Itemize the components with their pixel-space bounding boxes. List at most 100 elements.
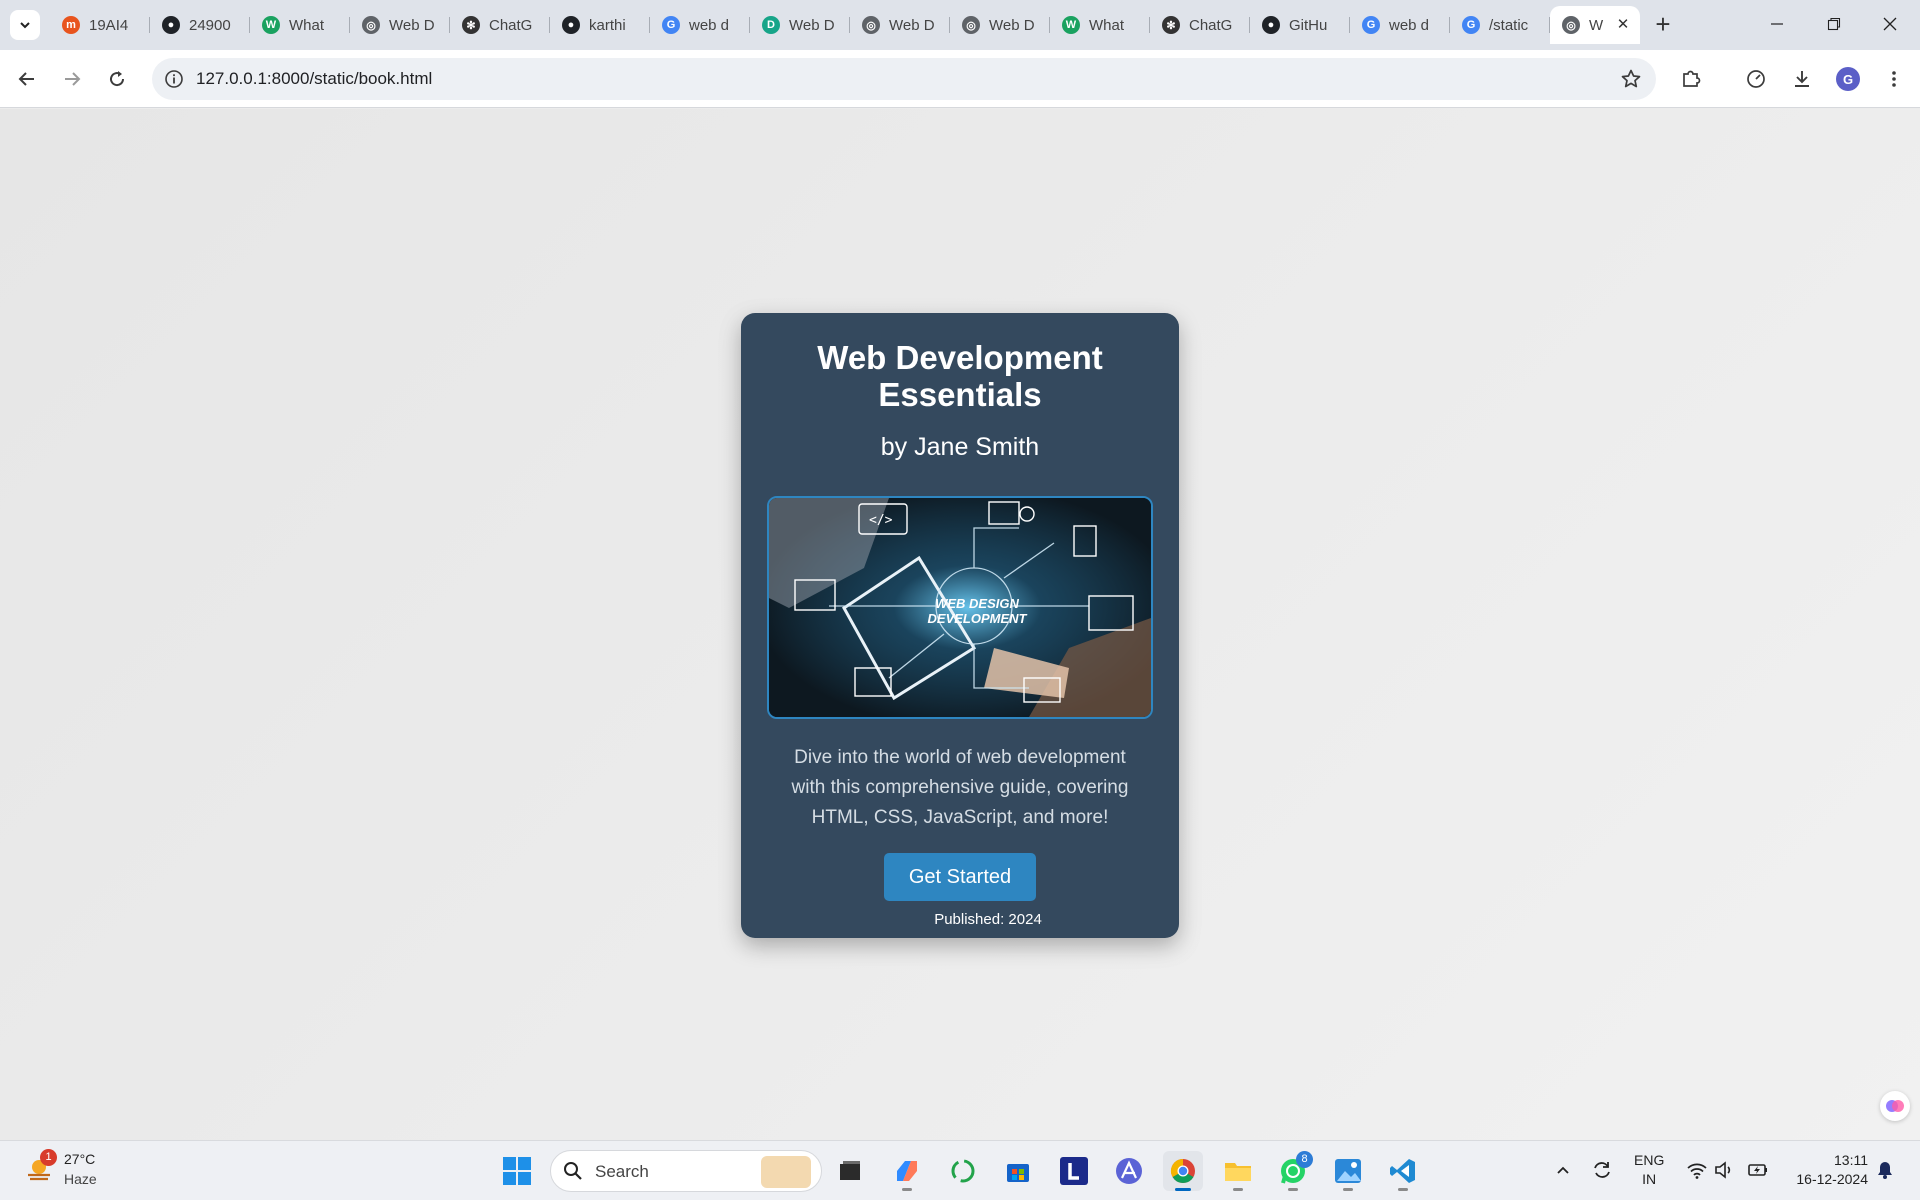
address-bar[interactable]: 127.0.0.1:8000/static/book.html bbox=[152, 58, 1656, 100]
volume-tray-button[interactable] bbox=[1713, 1159, 1735, 1181]
globe-favicon-icon: ◎ bbox=[962, 16, 980, 34]
back-button[interactable] bbox=[11, 63, 43, 95]
tab-list: m 19AI4 ● 24900 W What ◎ Web D ✻ ChatG ● karthi Gweb… bbox=[50, 6, 1640, 44]
bookmark-star-icon[interactable] bbox=[1620, 68, 1642, 90]
search-highlight-image bbox=[761, 1156, 811, 1188]
book-author: by Jane Smith bbox=[880, 433, 1040, 461]
tab-title: Web D bbox=[889, 16, 935, 34]
new-tab-button[interactable]: + bbox=[1648, 10, 1678, 40]
sync-tray-button[interactable] bbox=[1591, 1159, 1613, 1181]
clock-date: 16-12-2024 bbox=[1796, 1171, 1868, 1187]
taskbar-search[interactable]: Search bbox=[550, 1150, 822, 1192]
book-description: Dive into the world of web development w… bbox=[791, 747, 1129, 828]
reload-button[interactable] bbox=[101, 63, 133, 95]
photos-app[interactable] bbox=[1328, 1151, 1368, 1191]
browser-menu-button[interactable] bbox=[1878, 63, 1910, 95]
github-favicon-icon: ● bbox=[162, 16, 180, 34]
refresh-app[interactable] bbox=[943, 1151, 983, 1191]
tray-overflow-button[interactable] bbox=[1552, 1159, 1574, 1181]
language-indicator[interactable]: ENG IN bbox=[1634, 1151, 1664, 1189]
chatgpt-favicon-icon: ✻ bbox=[1162, 16, 1180, 34]
cover-illustration: </> WEB DESIGN DEVELOPMENT bbox=[769, 498, 1151, 717]
copilot-floating-button[interactable] bbox=[1880, 1091, 1910, 1121]
url-text[interactable]: 127.0.0.1:8000/static/book.html bbox=[196, 69, 432, 89]
svg-text:</>: </> bbox=[869, 513, 893, 528]
close-window-button[interactable] bbox=[1862, 0, 1918, 48]
browser-tab[interactable]: Gweb d bbox=[650, 6, 750, 44]
vscode-icon bbox=[1390, 1159, 1415, 1183]
microsoft-store-app[interactable] bbox=[998, 1151, 1038, 1191]
profile-avatar[interactable]: G bbox=[1836, 67, 1860, 91]
forward-button[interactable] bbox=[56, 63, 88, 95]
book-card: Web Development Essentials by Jane Smith bbox=[741, 313, 1179, 938]
file-explorer-app[interactable] bbox=[1218, 1151, 1258, 1191]
page-viewport: Web Development Essentials by Jane Smith bbox=[0, 109, 1920, 1140]
browser-tab[interactable]: W What bbox=[1050, 6, 1150, 44]
whatsapp-app[interactable]: 8 bbox=[1273, 1151, 1313, 1191]
notifications-button[interactable] bbox=[1874, 1159, 1896, 1181]
l-app[interactable] bbox=[1054, 1151, 1094, 1191]
d-favicon-icon: D bbox=[762, 16, 780, 34]
close-icon bbox=[1883, 17, 1897, 31]
extensions-button[interactable] bbox=[1675, 63, 1707, 95]
book-title: Web Development Essentials bbox=[817, 339, 1103, 413]
copilot-icon bbox=[897, 1161, 917, 1181]
browser-tab[interactable]: ● 24900 bbox=[150, 6, 250, 44]
letter-l-icon bbox=[1060, 1157, 1088, 1185]
tab-title: Web D bbox=[389, 16, 435, 34]
svg-text:DEVELOPMENT: DEVELOPMENT bbox=[928, 611, 1028, 626]
browser-tab[interactable]: ✻ ChatG bbox=[1150, 6, 1250, 44]
browser-tab[interactable]: W What bbox=[250, 6, 350, 44]
arrow-left-icon bbox=[18, 72, 34, 86]
battery-tray-button[interactable] bbox=[1747, 1159, 1769, 1181]
windows-taskbar: 1 27°C Haze Search 8 ENG IN 13:11 16-12-… bbox=[0, 1140, 1920, 1200]
w-favicon-icon: W bbox=[1062, 16, 1080, 34]
tab-title: What bbox=[1089, 16, 1125, 34]
tab-title: web d bbox=[689, 16, 730, 34]
tab-title: W bbox=[1589, 16, 1604, 34]
browser-tab[interactable]: D Web D bbox=[750, 6, 850, 44]
weather-description: Haze bbox=[64, 1171, 97, 1187]
browser-tab[interactable]: ✻ ChatG bbox=[450, 6, 550, 44]
wifi-tray-button[interactable] bbox=[1686, 1159, 1708, 1181]
task-view-icon bbox=[840, 1161, 860, 1180]
arc-app[interactable] bbox=[1109, 1151, 1149, 1191]
google-favicon-icon: G bbox=[1462, 16, 1480, 34]
browser-tab[interactable]: ◎ Web D bbox=[350, 6, 450, 44]
browser-tab[interactable]: ● karthi bbox=[550, 6, 650, 44]
tab-title: 24900 bbox=[189, 16, 231, 34]
tab-title: Web D bbox=[789, 16, 835, 34]
wifi-icon bbox=[1687, 1163, 1707, 1179]
downloads-button[interactable] bbox=[1786, 63, 1818, 95]
minimize-button[interactable] bbox=[1749, 0, 1805, 48]
tab-title: GitHu bbox=[1289, 16, 1328, 34]
reload-icon bbox=[110, 71, 125, 87]
battery-charging-icon bbox=[1748, 1164, 1767, 1176]
system-clock[interactable]: 13:11 16-12-2024 bbox=[1786, 1151, 1868, 1189]
bell-icon bbox=[1878, 1162, 1892, 1179]
get-started-button[interactable]: Get Started bbox=[884, 853, 1036, 901]
tab-search-button[interactable] bbox=[10, 10, 40, 40]
browser-tab[interactable]: G/static bbox=[1450, 6, 1550, 44]
chrome-app[interactable] bbox=[1163, 1151, 1203, 1191]
photos-icon bbox=[1335, 1159, 1361, 1183]
browser-tab[interactable]: Gweb d bbox=[1350, 6, 1450, 44]
tab-strip: m 19AI4 ● 24900 W What ◎ Web D ✻ ChatG ● karthi Gweb… bbox=[0, 0, 1920, 50]
close-tab-icon[interactable]: ✕ bbox=[1614, 16, 1632, 34]
browser-tab[interactable]: m 19AI4 bbox=[50, 6, 150, 44]
task-view-button[interactable] bbox=[830, 1151, 870, 1191]
puzzle-icon bbox=[1683, 70, 1701, 87]
cover-text: WEB DESIGN bbox=[935, 596, 1019, 611]
performance-button[interactable] bbox=[1740, 63, 1772, 95]
copilot-app[interactable] bbox=[887, 1151, 927, 1191]
active-browser-tab[interactable]: ◎ W ✕ bbox=[1550, 6, 1640, 44]
restore-button[interactable] bbox=[1806, 0, 1862, 48]
browser-tab[interactable]: ● GitHu bbox=[1250, 6, 1350, 44]
weather-badge: 1 bbox=[40, 1149, 57, 1166]
browser-tab[interactable]: ◎ Web D bbox=[850, 6, 950, 44]
globe-favicon-icon: ◎ bbox=[362, 16, 380, 34]
vscode-app[interactable] bbox=[1383, 1151, 1423, 1191]
windows-start-icon[interactable] bbox=[502, 1156, 532, 1186]
browser-tab[interactable]: ◎ Web D bbox=[950, 6, 1050, 44]
info-icon[interactable] bbox=[164, 69, 184, 89]
